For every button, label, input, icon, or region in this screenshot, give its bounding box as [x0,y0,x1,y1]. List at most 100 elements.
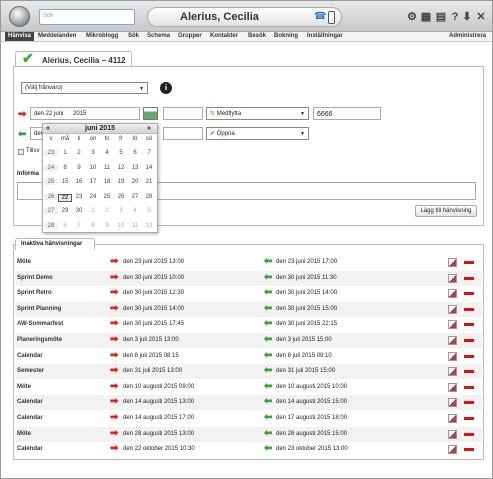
globe-icon[interactable] [9,6,30,27]
status-select[interactable]: ✔ Öppna ▼ [206,127,309,140]
calendar-day[interactable]: 5 [142,208,156,214]
delete-icon[interactable] [464,354,474,358]
calendar-day[interactable]: 28 [142,194,156,200]
calendar-day[interactable]: 11 [100,165,114,171]
close-icon[interactable]: ✕ [475,11,487,23]
calendar-icon[interactable] [143,107,158,120]
mobile-icon[interactable] [328,11,335,24]
edit-icon[interactable] [448,382,457,392]
calendar-day[interactable]: 2 [100,208,114,214]
accompany-select[interactable]: ↻ Medflytta ▼ [206,107,309,120]
calendar-day[interactable]: 13 [128,165,142,171]
number-input[interactable]: 6666 [313,107,381,120]
calendar-day[interactable]: 9 [72,165,86,171]
delete-icon[interactable] [464,385,474,389]
grid-icon[interactable]: ▦ [420,11,432,23]
calendar-day[interactable]: 22 [58,193,72,202]
edit-icon[interactable] [448,398,457,408]
calendar-day[interactable]: 6 [128,150,142,156]
nav-item-9[interactable]: Inställningar [307,33,343,39]
calendar-day[interactable]: 17 [86,179,100,185]
start-date-input[interactable]: den 22 juni 2015 [30,107,140,120]
calendar-day[interactable]: 27 [128,194,142,200]
calendar-day[interactable]: 25 [100,194,114,200]
nav-item-3[interactable]: Sök [128,33,139,39]
nav-item-0[interactable]: Hänvisa [5,32,35,41]
edit-icon[interactable] [448,351,457,361]
help-icon[interactable]: ? [449,11,461,23]
calendar-day[interactable]: 30 [72,208,86,214]
calendar-day[interactable]: 1 [58,150,72,156]
edit-icon[interactable] [448,429,457,439]
end-time-input[interactable] [163,127,203,140]
add-referral-button[interactable]: Lägg till hänvisning [415,205,477,217]
calendar-day[interactable]: 7 [72,223,86,229]
calendar-day[interactable]: 7 [142,150,156,156]
edit-icon[interactable] [448,273,457,283]
delete-icon[interactable] [464,448,474,452]
film-icon[interactable]: ▤ [435,11,447,23]
settings-icon[interactable]: ⚙ [406,11,418,23]
nav-item-5[interactable]: Grupper [178,33,202,39]
edit-icon[interactable] [448,367,457,377]
nav-item-1[interactable]: Meddelanden [38,33,76,39]
edit-icon[interactable] [448,289,457,299]
nav-admin[interactable]: Administrera [449,33,486,39]
tab-inactive-referrals[interactable]: Inaktiva hänvisningar [15,238,95,250]
absence-select[interactable]: (Välj frånvaro) ▼ [21,82,148,94]
delete-icon[interactable] [464,417,474,420]
delete-icon[interactable] [464,323,474,327]
delete-icon[interactable] [464,370,474,374]
calendar-day[interactable]: 8 [58,165,72,171]
delete-icon[interactable] [464,276,474,280]
calendar-day[interactable]: 15 [58,179,72,185]
calendar-day[interactable]: 3 [86,150,100,156]
calendar-day[interactable]: 20 [128,179,142,185]
calendar-day[interactable]: 8 [86,223,100,229]
edit-icon[interactable] [448,304,457,314]
calendar-day[interactable]: 29 [58,208,72,214]
calendar-day[interactable]: 12 [142,223,156,229]
calendar-day[interactable]: 2 [72,150,86,156]
nav-item-8[interactable]: Bokning [274,33,298,39]
tab-user-profile[interactable]: ✔ Alerius, Cecilia – 4112 [15,51,132,67]
delete-icon[interactable] [464,292,474,296]
nav-item-6[interactable]: Kontakter [210,33,238,39]
edit-icon[interactable] [448,320,457,330]
calendar-day[interactable]: 26 [114,194,128,200]
calendar-day[interactable]: 4 [128,208,142,214]
delete-icon[interactable] [464,432,474,436]
nav-item-7[interactable]: Besök [248,33,266,39]
calendar-day[interactable]: 10 [86,165,100,171]
download-icon[interactable]: ⬇ [461,11,473,23]
calendar-day[interactable]: 9 [100,223,114,229]
nav-item-2[interactable]: Mikroblogg [86,33,118,39]
edit-icon[interactable] [448,258,457,267]
start-time-input[interactable] [163,107,203,120]
next-month-button[interactable]: » [147,125,151,132]
edit-icon[interactable] [448,445,457,455]
calendar-day[interactable]: 24 [86,194,100,200]
calendar-day[interactable]: 10 [114,223,128,229]
calendar-day[interactable]: 12 [114,165,128,171]
calendar-day[interactable]: 19 [114,179,128,185]
calendar-day[interactable]: 3 [114,208,128,214]
delete-icon[interactable] [464,339,474,342]
calendar-day[interactable]: 21 [142,179,156,185]
search-input[interactable]: Sök [39,9,135,25]
calendar-day[interactable]: 14 [142,165,156,171]
phone-icon[interactable]: ☎ [314,11,326,23]
calendar-day[interactable]: 6 [58,223,72,229]
calendar-day[interactable]: 5 [114,150,128,156]
calendar-day[interactable]: 11 [128,223,142,229]
edit-icon[interactable] [448,414,457,423]
delete-icon[interactable] [464,401,474,405]
calendar-day[interactable]: 18 [100,179,114,185]
edit-icon[interactable] [448,336,457,345]
calendar-day[interactable]: 1 [86,208,100,214]
nav-item-4[interactable]: Schema [147,33,170,39]
delete-icon[interactable] [464,307,474,311]
calendar-day[interactable]: 23 [72,194,86,200]
calendar-day[interactable]: 4 [100,150,114,156]
info-icon[interactable]: i [160,82,172,94]
